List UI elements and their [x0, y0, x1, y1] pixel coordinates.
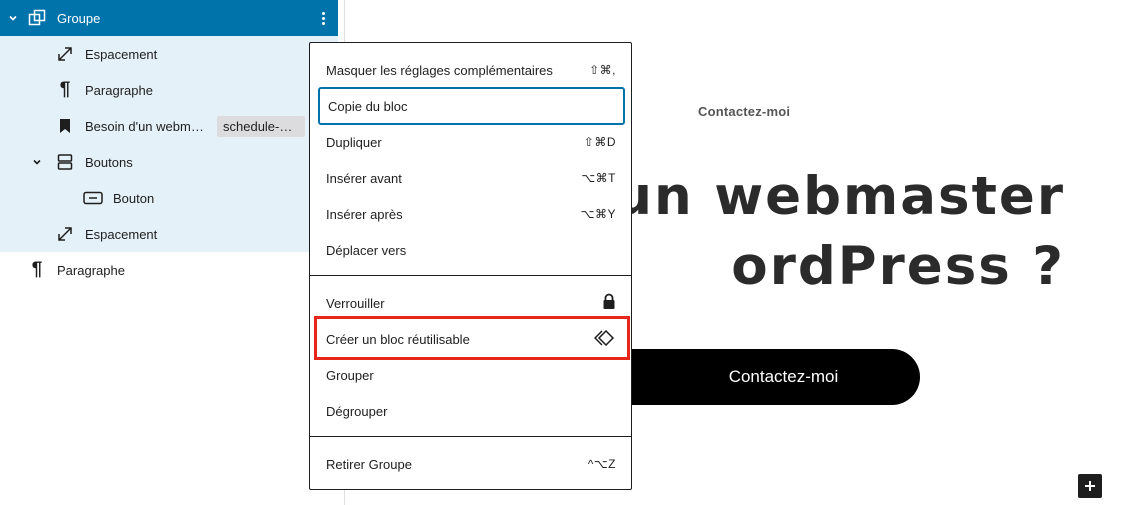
menu-separator — [310, 275, 631, 276]
add-block-button[interactable] — [1078, 474, 1102, 498]
menu-item-label: Masquer les réglages complémentaires — [326, 62, 553, 78]
menu-item-move-to[interactable]: Déplacer vers — [318, 232, 625, 268]
buttons-icon — [55, 152, 75, 172]
block-options-menu: Masquer les réglages complémentaires ⇧⌘,… — [309, 42, 632, 490]
menu-item-label: Verrouiller — [326, 295, 385, 311]
highlight-frame — [314, 316, 630, 360]
menu-item-duplicate[interactable]: Dupliquer ⇧⌘D — [318, 124, 625, 160]
menu-item-label: Retirer Groupe — [326, 456, 412, 472]
chevron-down-icon[interactable] — [7, 12, 19, 24]
lock-icon — [602, 293, 616, 313]
menu-item-label: Dupliquer — [326, 134, 382, 150]
list-item-label: Paragraphe — [85, 82, 153, 98]
menu-item-hide-settings[interactable]: Masquer les réglages complémentaires ⇧⌘, — [318, 52, 625, 88]
list-item-label: Espacement — [85, 46, 158, 62]
list-item-label: Paragraphe — [57, 262, 125, 278]
menu-item-label: Déplacer vers — [326, 242, 407, 258]
list-item-label: Bouton — [113, 190, 155, 206]
chevron-down-icon[interactable] — [31, 156, 43, 168]
shortcut-text: ^⌥Z — [587, 457, 616, 471]
shortcut-text: ⇧⌘D — [583, 135, 616, 149]
list-view-panel: Groupe Espacement ¶ Paragraphe Besoin d'… — [0, 0, 345, 505]
list-item-label: Espacement — [85, 226, 158, 242]
list-item-label: Boutons — [85, 154, 133, 170]
list-item-paragraphe[interactable]: ¶ Paragraphe — [0, 72, 338, 108]
group-icon — [27, 8, 47, 28]
menu-item-label: Insérer après — [326, 206, 403, 222]
menu-item-ungroup[interactable]: Dégrouper — [318, 393, 625, 429]
paragraph-icon: ¶ — [59, 79, 71, 100]
menu-item-label: Copie du bloc — [328, 98, 408, 114]
list-item-paragraphe[interactable]: ¶ Paragraphe — [0, 252, 338, 288]
spacer-resize-icon — [55, 44, 75, 64]
list-item-groupe[interactable]: Groupe — [0, 0, 338, 36]
list-item-boutons[interactable]: Boutons — [0, 144, 338, 180]
menu-item-insert-before[interactable]: Insérer avant ⌥⌘T — [318, 160, 625, 196]
shortcut-text: ⇧⌘, — [589, 63, 616, 77]
button-icon — [83, 188, 103, 208]
list-item-label: Groupe — [57, 10, 101, 26]
list-item-bouton[interactable]: Bouton — [0, 180, 338, 216]
list-item-espacement[interactable]: Espacement — [0, 216, 338, 252]
paragraph-icon: ¶ — [31, 259, 43, 280]
menu-item-label: Insérer avant — [326, 170, 402, 186]
anchor-badge: schedule-… — [217, 116, 305, 137]
menu-item-label: Grouper — [326, 367, 374, 383]
spacer-resize-icon — [55, 224, 75, 244]
menu-separator — [310, 436, 631, 437]
shortcut-text: ⌥⌘Y — [580, 207, 616, 221]
menu-item-insert-after[interactable]: Insérer après ⌥⌘Y — [318, 196, 625, 232]
list-item-heading[interactable]: Besoin d'un webm… schedule-… — [0, 108, 338, 144]
kicker-text[interactable]: Contactez-moi — [698, 104, 790, 119]
plus-icon — [1085, 481, 1095, 491]
bookmark-icon — [55, 116, 75, 136]
list-item-espacement[interactable]: Espacement — [0, 36, 338, 72]
shortcut-text: ⌥⌘T — [581, 171, 616, 185]
menu-item-group[interactable]: Grouper — [318, 357, 625, 393]
menu-item-remove-group[interactable]: Retirer Groupe ^⌥Z — [318, 446, 625, 482]
menu-item-copy-block[interactable]: Copie du bloc — [318, 87, 625, 125]
menu-item-label: Dégrouper — [326, 403, 388, 419]
list-item-label: Besoin d'un webm… — [85, 118, 204, 134]
more-options-icon[interactable] — [318, 8, 328, 28]
